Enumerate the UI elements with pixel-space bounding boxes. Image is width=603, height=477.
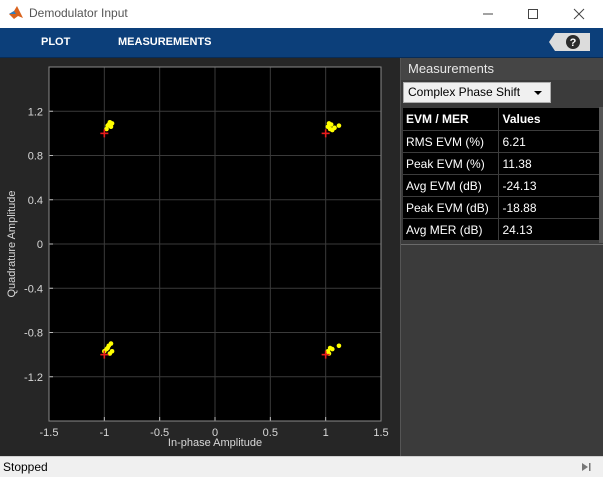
received-symbol-point: [330, 127, 335, 133]
metric-value: -18.88: [498, 196, 603, 219]
metric-value: 11.38: [498, 152, 603, 175]
tab-plot[interactable]: PLOT: [41, 28, 70, 57]
metric-name: Peak EVM (%): [401, 152, 500, 175]
table-scrollbar[interactable]: [599, 107, 603, 243]
metric-value: 24.13: [498, 218, 603, 241]
table-row: Peak EVM (dB) -18.88: [401, 196, 603, 219]
measurements-panel: Measurements Complex Phase Shift EVM / M…: [401, 58, 603, 456]
help-button[interactable]: ?: [549, 32, 591, 52]
metric-value: 6.21: [498, 130, 603, 153]
y-tick-label: -1.2: [24, 372, 43, 384]
tab-measurements[interactable]: MEASUREMENTS: [118, 28, 212, 57]
constellation-chart[interactable]: -1.5 -1 -0.5 0 0.5 1 1.5 1.2 0.8 0.4 0 -0.4 -0.8 -1.…: [0, 58, 400, 456]
x-tick-label: 0.5: [263, 427, 278, 439]
y-tick-label: 0: [37, 239, 43, 251]
y-axis-label: Quadrature Amplitude: [6, 190, 18, 297]
step-forward-icon[interactable]: [580, 461, 592, 473]
received-symbol-point: [330, 346, 335, 352]
metric-name: Avg EVM (dB): [401, 174, 500, 197]
title-bar: Demodulator Input: [0, 0, 603, 27]
minimize-button[interactable]: [465, 0, 511, 27]
table-row: RMS EVM (%) 6.21: [401, 130, 603, 153]
matlab-icon: [9, 6, 23, 19]
help-icon: ?: [570, 37, 577, 49]
y-tick-label: -0.8: [24, 328, 43, 340]
y-tick-labels: 1.2 0.8 0.4 0 -0.4 -0.8 -1.2: [24, 106, 43, 384]
received-symbol-point: [105, 345, 110, 351]
x-tick-label: -1.5: [40, 427, 59, 439]
metric-value: -24.13: [498, 174, 603, 197]
metric-name: Peak EVM (dB): [401, 196, 500, 219]
y-tick-label: -0.4: [24, 283, 43, 295]
window-title: Demodulator Input: [29, 6, 128, 20]
y-tick-label: 0.8: [28, 151, 43, 163]
received-symbol-point: [326, 121, 332, 126]
x-tick-label: 1.5: [373, 427, 388, 439]
x-tick-label: 1: [323, 427, 329, 439]
table-row: Peak EVM (%) 11.38: [401, 152, 603, 175]
y-tick-label: 0.4: [28, 195, 43, 207]
table-row: Avg MER (dB) 24.13: [401, 218, 603, 241]
table-row: Avg EVM (dB) -24.13: [401, 174, 603, 197]
close-icon: [573, 8, 585, 20]
x-axis-label: In-phase Amplitude: [168, 437, 262, 449]
column-header: EVM / MER: [401, 107, 500, 131]
constellation-plot-panel: -1.5 -1 -0.5 0 0.5 1 1.5 1.2 0.8 0.4 0 -0.4 -0.8 -1.…: [0, 58, 401, 456]
chevron-down-icon: [534, 91, 542, 95]
measurements-table: EVM / MER Values RMS EVM (%) 6.21 Peak E…: [401, 107, 603, 241]
received-symbol-point: [336, 123, 342, 128]
received-symbol-point: [106, 122, 112, 127]
dropdown-value: Complex Phase Shift: [408, 85, 521, 99]
x-tick-label: -0.5: [150, 427, 169, 439]
table-header-row: EVM / MER Values: [401, 107, 603, 131]
status-text: Stopped: [3, 460, 48, 474]
measurement-type-dropdown[interactable]: Complex Phase Shift: [403, 82, 551, 103]
minimize-icon: [483, 13, 493, 15]
metric-name: Avg MER (dB): [401, 218, 500, 241]
close-button[interactable]: [556, 0, 602, 27]
x-tick-label: -1: [99, 427, 109, 439]
metric-name: RMS EVM (%): [401, 130, 500, 153]
maximize-button[interactable]: [510, 0, 556, 27]
maximize-icon: [528, 9, 538, 19]
column-header: Values: [498, 107, 603, 131]
measurements-header: Measurements: [401, 58, 603, 80]
received-symbol-point: [336, 343, 342, 349]
panel-divider: [401, 244, 603, 245]
y-tick-label: 1.2: [28, 106, 43, 118]
ribbon-toolbar: PLOT MEASUREMENTS ?: [0, 28, 603, 58]
status-bar: Stopped: [0, 456, 603, 477]
received-symbol-point: [108, 341, 114, 346]
